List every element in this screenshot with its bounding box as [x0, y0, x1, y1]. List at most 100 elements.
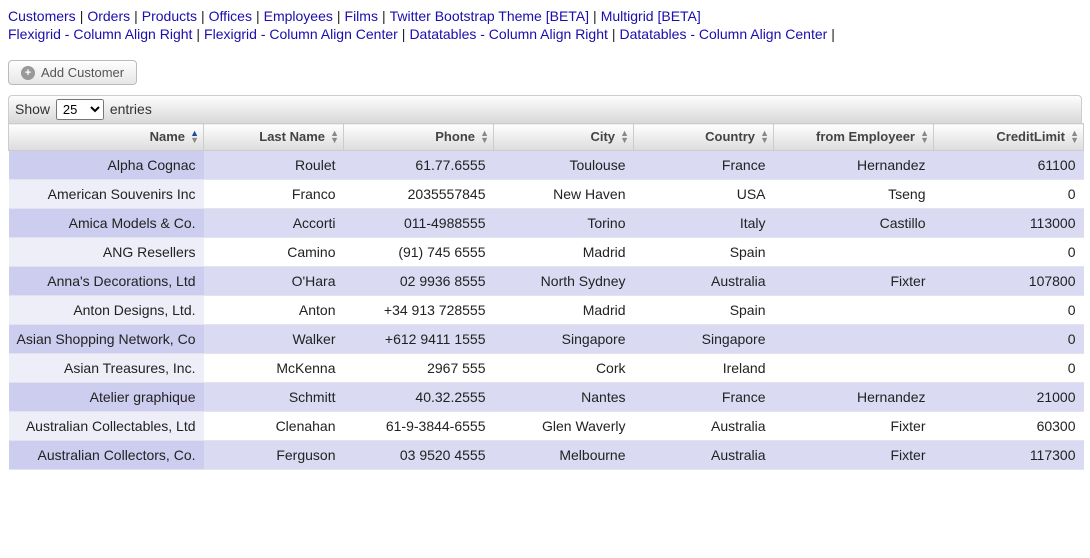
table-row[interactable]: Asian Shopping Network, CoWalker+612 941… — [9, 325, 1084, 354]
column-header-label: CreditLimit — [996, 129, 1065, 144]
nav-separator: | — [76, 8, 88, 24]
add-customer-button[interactable]: + Add Customer — [8, 60, 137, 85]
table-cell — [774, 325, 934, 354]
table-cell: Atelier graphique — [9, 383, 204, 412]
table-row[interactable]: Alpha CognacRoulet61.77.6555ToulouseFran… — [9, 151, 1084, 180]
length-prefix: Show — [15, 101, 50, 117]
table-cell: Fixter — [774, 441, 934, 470]
table-body: Alpha CognacRoulet61.77.6555ToulouseFran… — [9, 151, 1084, 470]
column-header[interactable]: CreditLimit ▲▼ — [934, 124, 1084, 151]
table-row[interactable]: Australian Collectors, Co.Ferguson03 952… — [9, 441, 1084, 470]
table-cell: Fixter — [774, 412, 934, 441]
table-cell: France — [634, 383, 774, 412]
table-cell: 117300 — [934, 441, 1084, 470]
sort-indicator-icon: ▲▼ — [1070, 130, 1079, 144]
table-cell: 61-9-3844-6555 — [344, 412, 494, 441]
nav-link[interactable]: Multigrid [BETA] — [601, 8, 701, 24]
table-cell: Roulet — [204, 151, 344, 180]
column-header[interactable]: City▲▼ — [494, 124, 634, 151]
table-cell: Anna's Decorations, Ltd — [9, 267, 204, 296]
table-cell: Hernandez — [774, 151, 934, 180]
nav-link[interactable]: Datatables - Column Align Center — [620, 26, 828, 42]
column-header-label: Last Name — [259, 129, 325, 144]
nav-link[interactable]: Flexigrid - Column Align Center — [204, 26, 398, 42]
table-cell: Melbourne — [494, 441, 634, 470]
table-cell: Singapore — [634, 325, 774, 354]
column-header-label: Phone — [435, 129, 475, 144]
column-header-label: from Employeer — [816, 129, 915, 144]
toolbar: + Add Customer — [8, 60, 1082, 85]
table-cell: 2035557845 — [344, 180, 494, 209]
table-row[interactable]: American Souvenirs IncFranco2035557845Ne… — [9, 180, 1084, 209]
table-cell: +612 9411 1555 — [344, 325, 494, 354]
nav-separator: | — [398, 26, 410, 42]
table-cell: France — [634, 151, 774, 180]
nav-link[interactable]: Customers — [8, 8, 76, 24]
table-cell: Australian Collectables, Ltd — [9, 412, 204, 441]
sort-indicator-icon: ▲▼ — [620, 130, 629, 144]
table-cell: Torino — [494, 209, 634, 238]
nav-row-1: Customers|Orders|Products|Offices|Employ… — [8, 8, 1082, 24]
table-cell: 60300 — [934, 412, 1084, 441]
sort-indicator-icon: ▲▼ — [920, 130, 929, 144]
table-cell: Castillo — [774, 209, 934, 238]
customers-table: Name▲▼Last Name▲▼Phone▲▼City▲▼Country▲▼f… — [8, 123, 1084, 470]
table-row[interactable]: Anton Designs, Ltd.Anton+34 913 728555Ma… — [9, 296, 1084, 325]
table-cell: McKenna — [204, 354, 344, 383]
nav-link[interactable]: Products — [142, 8, 197, 24]
table-cell: Madrid — [494, 238, 634, 267]
table-row[interactable]: Atelier graphiqueSchmitt40.32.2555Nantes… — [9, 383, 1084, 412]
sort-indicator-icon: ▲▼ — [190, 130, 199, 144]
table-cell: 2967 555 — [344, 354, 494, 383]
table-cell: Spain — [634, 296, 774, 325]
column-header-label: Country — [705, 129, 755, 144]
table-row[interactable]: Anna's Decorations, LtdO'Hara02 9936 855… — [9, 267, 1084, 296]
table-cell: Australia — [634, 412, 774, 441]
page-length-select[interactable]: 102550100 — [56, 99, 104, 120]
nav-separator: | — [608, 26, 620, 42]
table-row[interactable]: Australian Collectables, LtdClenahan61-9… — [9, 412, 1084, 441]
column-header[interactable]: Name▲▼ — [9, 124, 204, 151]
nav-link[interactable]: Offices — [209, 8, 252, 24]
nav-link[interactable]: Films — [345, 8, 378, 24]
table-cell: 02 9936 8555 — [344, 267, 494, 296]
table-cell: 0 — [934, 325, 1084, 354]
table-cell: Schmitt — [204, 383, 344, 412]
table-row[interactable]: Asian Treasures, Inc.McKenna2967 555Cork… — [9, 354, 1084, 383]
table-cell: Spain — [634, 238, 774, 267]
table-cell: 03 9520 4555 — [344, 441, 494, 470]
table-cell: 40.32.2555 — [344, 383, 494, 412]
table-cell: Hernandez — [774, 383, 934, 412]
table-cell — [774, 238, 934, 267]
table-cell: 21000 — [934, 383, 1084, 412]
nav-separator: | — [252, 8, 264, 24]
column-header[interactable]: Last Name▲▼ — [204, 124, 344, 151]
plus-icon: + — [21, 66, 35, 80]
table-cell: Amica Models & Co. — [9, 209, 204, 238]
table-cell: Anton Designs, Ltd. — [9, 296, 204, 325]
table-cell: North Sydney — [494, 267, 634, 296]
table-row[interactable]: ANG ResellersCamino(91) 745 6555MadridSp… — [9, 238, 1084, 267]
nav-link[interactable]: Orders — [87, 8, 130, 24]
nav-row-2: Flexigrid - Column Align Right|Flexigrid… — [8, 26, 1082, 42]
table-cell: American Souvenirs Inc — [9, 180, 204, 209]
nav-link[interactable]: Flexigrid - Column Align Right — [8, 26, 192, 42]
table-cell: Australia — [634, 267, 774, 296]
column-header[interactable]: Phone▲▼ — [344, 124, 494, 151]
table-cell: O'Hara — [204, 267, 344, 296]
nav-link[interactable]: Employees — [264, 8, 333, 24]
column-header[interactable]: Country▲▼ — [634, 124, 774, 151]
table-cell: 61100 — [934, 151, 1084, 180]
table-cell: Australia — [634, 441, 774, 470]
table-cell: Glen Waverly — [494, 412, 634, 441]
table-cell: Italy — [634, 209, 774, 238]
table-cell: Clenahan — [204, 412, 344, 441]
nav-link[interactable]: Twitter Bootstrap Theme [BETA] — [390, 8, 589, 24]
column-header[interactable]: from Employeer ▲▼ — [774, 124, 934, 151]
nav-link[interactable]: Datatables - Column Align Right — [409, 26, 607, 42]
table-cell: New Haven — [494, 180, 634, 209]
table-cell: Anton — [204, 296, 344, 325]
table-row[interactable]: Amica Models & Co.Accorti011-4988555Tori… — [9, 209, 1084, 238]
table-cell: Ferguson — [204, 441, 344, 470]
table-cell — [774, 296, 934, 325]
